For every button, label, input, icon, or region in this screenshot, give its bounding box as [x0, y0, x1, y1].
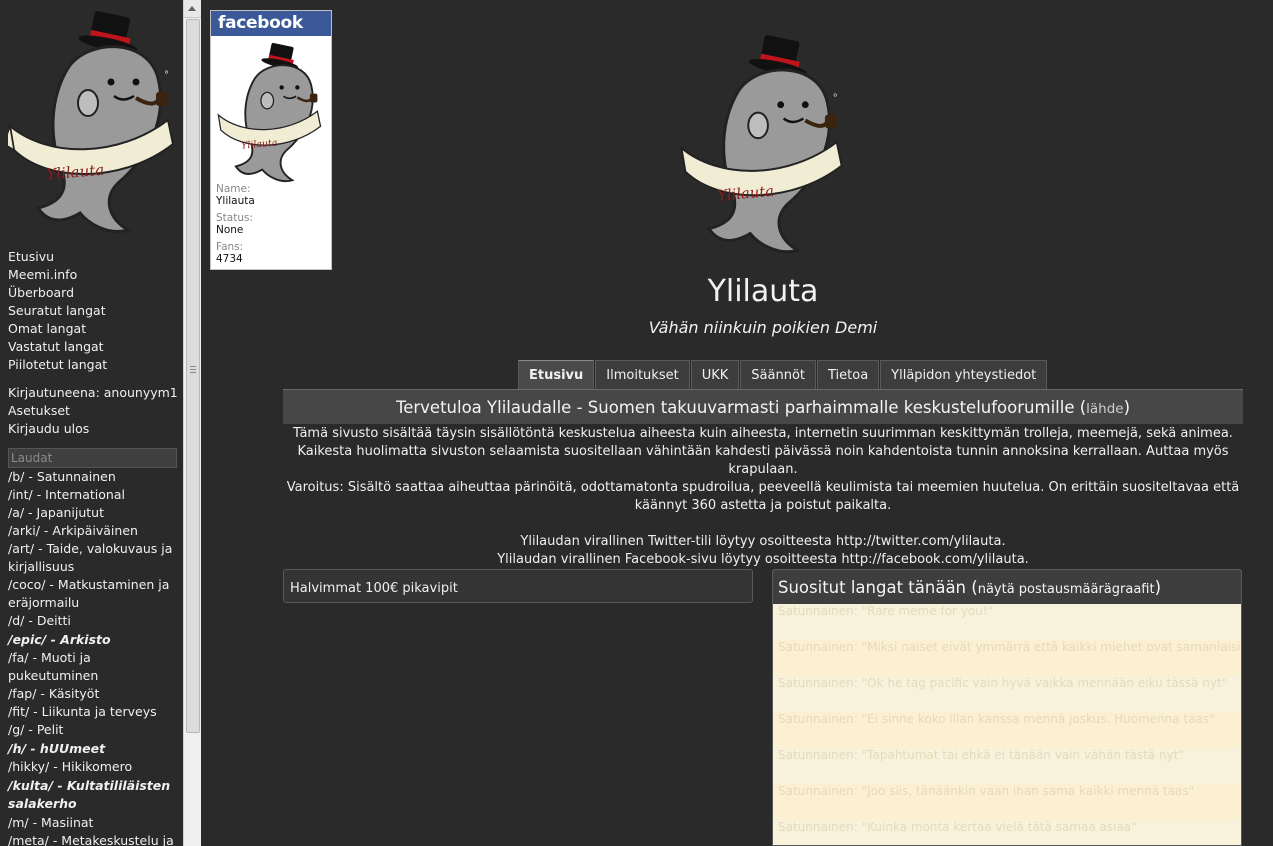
- board-link-kulta[interactable]: /kulta/ - Kultatililäisten salakerho: [8, 777, 178, 813]
- list-item[interactable]: Satunnainen: "Kuinka monta kertaa vielä …: [773, 820, 1241, 845]
- thread-link[interactable]: Satunnainen: "Kuinka monta kertaa vielä …: [778, 820, 1137, 834]
- fb-fans-label: Fans:: [216, 241, 244, 253]
- board-link-g[interactable]: /g/ - Pelit: [8, 721, 178, 739]
- board-link-epic[interactable]: /epic/ - Arkisto: [8, 631, 178, 649]
- welcome-heading-text: Tervetuloa Ylilaudalle - Suomen takuuvar…: [395, 398, 1087, 417]
- facebook-page-image[interactable]: Ylilauta: [217, 41, 325, 189]
- sidebar: ° Ylilauta Etusivu Meemi.info Überboard …: [0, 0, 183, 846]
- board-link-a[interactable]: /a/ - Japanijutut: [8, 504, 178, 522]
- thread-link[interactable]: Satunnainen: "Ok he tag pacific vain hyv…: [778, 676, 1227, 690]
- board-link-int[interactable]: /int/ - International: [8, 486, 178, 504]
- board-link-art[interactable]: /art/ - Taide, valokuvaus ja kirjallisuu…: [8, 540, 178, 576]
- site-logo[interactable]: ° Ylilauta: [672, 32, 856, 264]
- list-item[interactable]: Satunnainen: "Tapahtumat tai ehkä ei tän…: [773, 748, 1241, 784]
- twitter-info[interactable]: Ylilaudan virallinen Twitter-tili löytyy…: [283, 533, 1243, 551]
- svg-text:°: °: [833, 93, 838, 104]
- scrollbar-thumb[interactable]: [186, 19, 200, 733]
- facebook-widget[interactable]: facebook Ylilauta Name: Ylilauta Status:…: [210, 10, 332, 270]
- nav-link-piilotetut-langat[interactable]: Piilotetut langat: [8, 356, 107, 374]
- logged-in-as: Kirjautuneena: anounyym1: [8, 385, 178, 400]
- fb-fans-value: 4734: [216, 253, 243, 265]
- boards-header: Laudat: [8, 448, 177, 468]
- tab-saannot[interactable]: Säännöt: [740, 360, 816, 389]
- popular-title-end: ): [1154, 578, 1162, 597]
- nav-link-vastatut-langat[interactable]: Vastatut langat: [8, 338, 104, 356]
- settings-link[interactable]: Asetukset: [8, 402, 70, 420]
- warning-paragraph: Varoitus: Sisältö saattaa aiheuttaa päri…: [286, 480, 1240, 513]
- thread-link[interactable]: Satunnainen: "Joo siis, tänäänkin vaan i…: [778, 784, 1194, 798]
- board-link-d[interactable]: /d/ - Deitti: [8, 612, 178, 630]
- welcome-heading: Tervetuloa Ylilaudalle - Suomen takuuvar…: [283, 389, 1243, 424]
- nav-link-meemi-info[interactable]: Meemi.info: [8, 266, 77, 284]
- sidebar-scrollbar[interactable]: [183, 0, 201, 846]
- scroll-up-arrow-icon[interactable]: [184, 0, 201, 18]
- ad-box[interactable]: Halvimmat 100€ pikavipit: [283, 569, 753, 603]
- board-link-coco[interactable]: /coco/ - Matkustaminen ja eräjormailu: [8, 576, 178, 612]
- board-link-fa[interactable]: /fa/ - Muoti ja pukeutuminen: [8, 649, 178, 685]
- fb-name-value[interactable]: Ylilauta: [216, 195, 255, 207]
- board-link-m[interactable]: /m/ - Masiinat: [8, 814, 178, 832]
- popular-threads-list: Satunnainen: "Rare meme for you!" Satunn…: [773, 604, 1241, 845]
- tab-ilmoitukset[interactable]: Ilmoitukset: [595, 360, 690, 389]
- nav-link-uberboard[interactable]: Überboard: [8, 284, 74, 302]
- list-item[interactable]: Satunnainen: "Ei sinne koko illan kanssa…: [773, 712, 1241, 748]
- list-item[interactable]: Satunnainen: "Rare meme for you!": [773, 604, 1241, 640]
- board-link-fit[interactable]: /fit/ - Liikunta ja terveys: [8, 703, 178, 721]
- list-item[interactable]: Satunnainen: "Miksi naiset eivät ymmärrä…: [773, 640, 1241, 676]
- popular-title: Suositut langat tänään (: [778, 578, 978, 597]
- popular-threads-panel: Suositut langat tänään (näytä postausmää…: [772, 569, 1242, 846]
- board-link-fap[interactable]: /fap/ - Käsityöt: [8, 685, 178, 703]
- board-link-hikky[interactable]: /hikky/ - Hikikomero: [8, 758, 178, 776]
- board-link-h[interactable]: /h/ - hUUmeet: [8, 740, 178, 758]
- thread-link[interactable]: Satunnainen: "Tapahtumat tai ehkä ei tän…: [778, 748, 1184, 762]
- svg-text:°: °: [164, 70, 169, 81]
- intro-text: Tämä sivusto sisältää täysin sisällötönt…: [283, 425, 1243, 569]
- site-subtitle: Vähän niinkuin poikien Demi: [648, 318, 878, 337]
- thread-link[interactable]: Satunnainen: "Rare meme for you!": [778, 604, 993, 618]
- thread-link[interactable]: Satunnainen: "Ei sinne koko illan kanssa…: [778, 712, 1215, 726]
- intro-paragraph: Tämä sivusto sisältää täysin sisällötönt…: [293, 426, 1233, 477]
- nav-link-seuratut-langat[interactable]: Seuratut langat: [8, 302, 106, 320]
- ylilauta-seal-logo[interactable]: ° Ylilauta: [8, 8, 180, 244]
- welcome-heading-end: ): [1123, 398, 1131, 417]
- main-tabs: Etusivu Ilmoitukset UKK Säännöt Tietoa Y…: [518, 360, 1048, 389]
- list-item[interactable]: Satunnainen: "Joo siis, tänäänkin vaan i…: [773, 784, 1241, 820]
- facebook-info[interactable]: Ylilaudan virallinen Facebook-sivu löyty…: [283, 551, 1243, 569]
- post-graph-link[interactable]: näytä postausmäärägraafit: [978, 582, 1155, 597]
- board-link-b[interactable]: /b/ - Satunnainen: [8, 468, 178, 486]
- tab-ukk[interactable]: UKK: [690, 360, 740, 389]
- board-link-meta[interactable]: /meta/ - Metakeskustelu ja: [8, 832, 178, 846]
- list-item[interactable]: Satunnainen: "Ok he tag pacific vain hyv…: [773, 676, 1241, 712]
- fb-name-label: Name:: [216, 183, 251, 195]
- site-title: Ylilauta: [707, 274, 819, 309]
- nav-link-etusivu[interactable]: Etusivu: [8, 248, 54, 266]
- tab-etusivu[interactable]: Etusivu: [518, 360, 595, 389]
- tab-yllapidon-yhteystiedot[interactable]: Ylläpidon yhteystiedot: [880, 360, 1048, 389]
- popular-threads-header: Suositut langat tänään (näytä postausmää…: [773, 570, 1241, 604]
- board-link-arki[interactable]: /arki/ - Arkipäiväinen: [8, 522, 178, 540]
- logout-link[interactable]: Kirjaudu ulos: [8, 420, 89, 438]
- tab-tietoa[interactable]: Tietoa: [817, 360, 880, 389]
- facebook-logo[interactable]: facebook: [211, 11, 331, 36]
- fb-status-value: None: [216, 224, 244, 236]
- thread-link[interactable]: Satunnainen: "Miksi naiset eivät ymmärrä…: [778, 640, 1241, 654]
- nav-link-omat-langat[interactable]: Omat langat: [8, 320, 86, 338]
- welcome-source-link[interactable]: lähde: [1086, 401, 1123, 417]
- fb-status-label: Status:: [216, 212, 253, 224]
